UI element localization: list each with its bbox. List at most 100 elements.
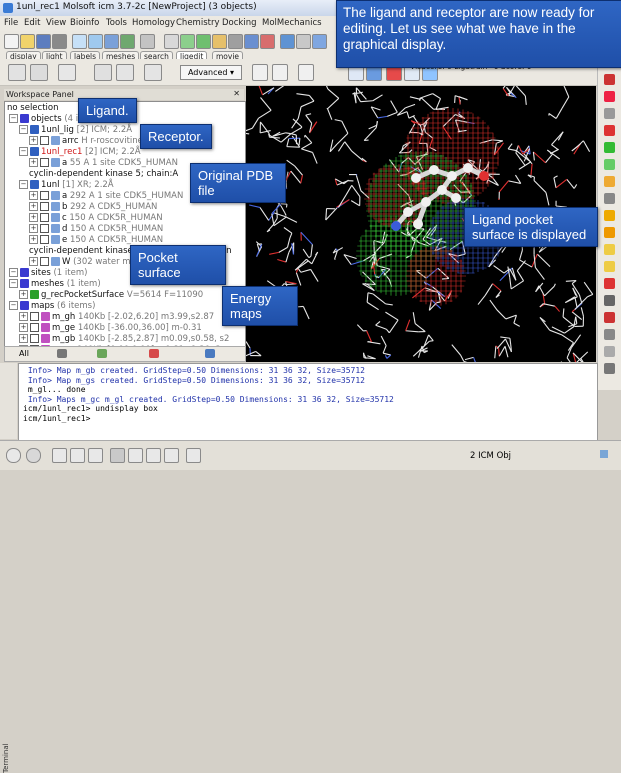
visibility-checkbox[interactable] [40, 202, 49, 211]
fog-icon[interactable] [280, 34, 295, 49]
distance-icon[interactable] [604, 329, 615, 340]
tree-row[interactable]: +m_ge 140Kb [-36.00,36.00] m-0.31 [19, 323, 202, 334]
tree-row[interactable]: +g_recPocketSurface V=5614 F=11090 [19, 290, 203, 301]
gear-icon[interactable] [110, 448, 125, 463]
sequence-icon[interactable] [120, 34, 135, 49]
ribbon-icon[interactable] [260, 34, 275, 49]
visibility-checkbox[interactable] [30, 312, 39, 321]
export-icon[interactable] [146, 448, 161, 463]
light-icon[interactable] [604, 244, 615, 255]
stop-icon[interactable] [6, 448, 21, 463]
undo-icon[interactable] [72, 34, 87, 49]
tree-row[interactable]: +a 55 A 1 site CDK5_HUMAN [29, 158, 178, 169]
fit-icon[interactable] [604, 159, 615, 170]
pdb-icon[interactable] [88, 34, 103, 49]
expand-icon[interactable]: − [9, 301, 18, 310]
angle-icon[interactable] [604, 346, 615, 357]
tree-row[interactable]: +a 292 A 1 site CDK5_HUMAN [29, 191, 183, 202]
expand-icon[interactable]: − [9, 279, 18, 288]
expand-icon[interactable]: + [29, 136, 38, 145]
open-folder-icon[interactable] [20, 34, 35, 49]
shadow-icon[interactable] [604, 261, 615, 272]
residue-icon[interactable] [180, 34, 195, 49]
print-icon[interactable] [52, 34, 67, 49]
expand-icon[interactable]: + [19, 312, 28, 321]
tree-row[interactable]: +d 150 A CDK5R_HUMAN [29, 224, 163, 235]
visibility-checkbox[interactable] [40, 136, 49, 145]
table-icon[interactable] [52, 448, 67, 463]
terminal-prompt[interactable]: icm/1unl_rec1> [23, 414, 95, 424]
molecule-tab-icon[interactable] [57, 349, 67, 358]
menu-chemistry[interactable]: Chemistry [176, 18, 219, 28]
reset-view-icon[interactable] [604, 74, 615, 85]
center-icon[interactable] [604, 142, 615, 153]
pick-icon[interactable] [604, 312, 615, 323]
grid-icon[interactable] [228, 34, 243, 49]
visibility-checkbox[interactable] [40, 191, 49, 200]
ligand-setup-icon[interactable] [8, 64, 26, 81]
panel-icon[interactable] [164, 448, 179, 463]
tree-row[interactable]: −1unl_lig [2] ICM; 2.2Å [19, 125, 132, 136]
tree-row[interactable]: +m_gb 140Kb [-2.85,2.87] m0.09,s0.58, s2 [19, 334, 229, 345]
expand-icon[interactable]: + [19, 290, 28, 299]
menu-tools[interactable]: Tools [106, 18, 127, 28]
resize-grip-icon[interactable] [600, 450, 608, 458]
chart-icon[interactable] [88, 448, 103, 463]
expand-icon[interactable]: + [29, 257, 38, 266]
visibility-checkbox[interactable] [40, 235, 49, 244]
visibility-checkbox[interactable] [40, 158, 49, 167]
tree-row[interactable]: −1unl [1] XR; 2.2Å [19, 180, 114, 191]
expand-icon[interactable]: + [29, 235, 38, 244]
ligand-tab-icon[interactable] [97, 349, 107, 358]
table-tab-icon[interactable] [205, 349, 215, 358]
visibility-checkbox[interactable] [40, 257, 49, 266]
select-icon[interactable] [164, 34, 179, 49]
draw-molecule-icon[interactable] [94, 64, 112, 81]
window-icon[interactable] [128, 448, 143, 463]
visibility-checkbox[interactable] [40, 224, 49, 233]
expand-icon[interactable]: + [19, 334, 28, 343]
menu-molmechanics[interactable]: MolMechanics [262, 18, 322, 28]
depth-icon[interactable] [604, 210, 615, 221]
tree-row[interactable]: +c 150 A CDK5R_HUMAN [29, 213, 163, 224]
fragment-icon[interactable] [58, 64, 76, 81]
expand-icon[interactable]: + [29, 158, 38, 167]
rotate-icon[interactable] [604, 91, 615, 102]
save-icon[interactable] [36, 34, 51, 49]
search-icon[interactable] [104, 34, 119, 49]
atom-icon[interactable] [196, 34, 211, 49]
minimize-icon[interactable] [116, 64, 134, 81]
tree-row[interactable]: +m_gh 140Kb [-2.02,6.20] m3.99,s2.87 [19, 312, 214, 323]
expand-icon[interactable]: + [19, 323, 28, 332]
chain-icon[interactable] [212, 34, 227, 49]
close-icon[interactable]: ✕ [233, 89, 240, 98]
expand-icon[interactable]: + [29, 191, 38, 200]
tree-row[interactable]: −sites (1 item) [9, 268, 87, 279]
tree-row[interactable]: +b 292 A CDK5_HUMAN [29, 202, 157, 213]
stereo-icon[interactable] [296, 34, 311, 49]
hand-icon[interactable] [604, 363, 615, 374]
move-icon[interactable] [604, 125, 615, 136]
expand-icon[interactable]: − [19, 125, 28, 134]
expand-icon[interactable]: + [29, 213, 38, 222]
flip-icon[interactable] [298, 64, 314, 81]
expand-icon[interactable]: + [29, 202, 38, 211]
menu-docking[interactable]: Docking [222, 18, 257, 28]
tree-row[interactable]: +arrc H r-roscovitine [29, 136, 143, 147]
menu-edit[interactable]: Edit [24, 18, 40, 28]
menu-homology[interactable]: Homology [132, 18, 175, 28]
clip-icon[interactable] [604, 176, 615, 187]
record-icon[interactable] [604, 278, 615, 289]
score-icon[interactable] [144, 64, 162, 81]
tree-row[interactable]: cyclin-dependent kinase 5; chain:A [29, 169, 178, 180]
menu-view[interactable]: View [46, 18, 66, 28]
advanced-dropdown[interactable]: Advanced ▾ [180, 65, 242, 80]
rotate-right-icon[interactable] [272, 64, 288, 81]
slab-icon[interactable] [604, 193, 615, 204]
cross-eye-icon[interactable] [312, 34, 327, 49]
expand-icon[interactable]: − [9, 114, 18, 123]
tree-row[interactable]: −1unl_rec1 [2] ICM; 2.2Å [19, 147, 141, 158]
visibility-checkbox[interactable] [30, 334, 39, 343]
expand-icon[interactable]: − [19, 147, 28, 156]
new-icon[interactable] [4, 34, 19, 49]
